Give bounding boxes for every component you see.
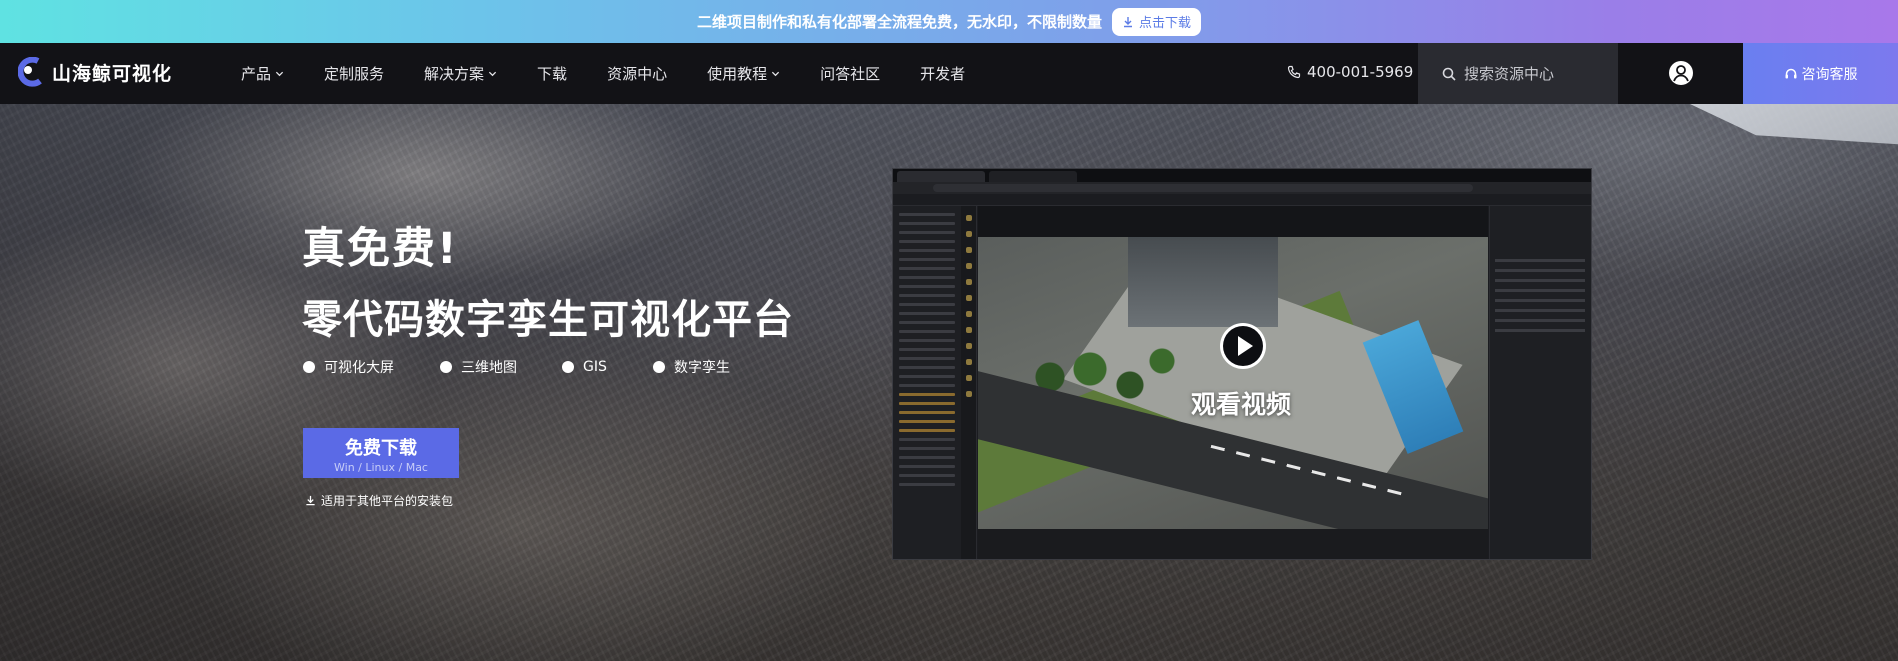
editor-timeline	[978, 529, 1488, 559]
nav-item-label: 产品	[241, 65, 272, 83]
user-avatar-icon[interactable]	[1668, 60, 1694, 86]
banner-text: 二维项目制作和私有化部署全流程免费，无水印，不限制数量	[696, 13, 1102, 31]
nav-item-solutions[interactable]: 解决方案	[424, 63, 497, 84]
nav-menu: 产品 定制服务 解决方案 下载 资源中心 使用教程 问答社区 开发者	[241, 43, 1005, 104]
banner-download-button[interactable]: 点击下载	[1112, 7, 1202, 36]
watch-video-label: 观看视频	[1191, 390, 1292, 419]
free-download-button[interactable]: 免费下载 Win / Linux / Mac	[303, 428, 459, 478]
bullet-dot-icon	[303, 361, 315, 373]
download-icon	[1124, 16, 1132, 27]
editor-toolbar	[893, 194, 1591, 206]
chevron-down-icon	[275, 71, 284, 77]
feature-item: 数字孪生	[653, 357, 730, 377]
phone-icon	[1287, 65, 1301, 79]
consult-button[interactable]: 咨询客服	[1743, 43, 1898, 104]
logo-text: 山海鲸可视化	[52, 62, 173, 85]
download-button-label: 免费下载	[345, 438, 417, 459]
nav-item-developers[interactable]: 开发者	[920, 63, 965, 84]
nav-item-tutorials[interactable]: 使用教程	[707, 63, 780, 84]
nav-item-custom-service[interactable]: 定制服务	[324, 63, 384, 84]
nav-item-resources[interactable]: 资源中心	[607, 63, 667, 84]
editor-property-rows	[1495, 259, 1585, 339]
editor-icon-bar	[961, 206, 977, 559]
feature-label: 三维地图	[461, 360, 517, 376]
nav-item-label: 开发者	[920, 65, 966, 83]
other-platform-packages-link[interactable]: 适用于其他平台的安装包	[305, 492, 453, 509]
play-icon[interactable]	[1218, 321, 1268, 371]
search-box	[1418, 43, 1618, 104]
nav-item-label: 资源中心	[607, 65, 668, 83]
bullet-dot-icon	[653, 361, 665, 373]
editor-url-bar	[933, 184, 1473, 192]
feature-item: 三维地图	[440, 357, 562, 377]
consult-label: 咨询客服	[1801, 66, 1858, 83]
phone-number: 400-001-5969	[1307, 63, 1414, 81]
editor-layer-rows	[899, 213, 955, 492]
nav-item-label: 解决方案	[424, 65, 485, 83]
feature-label: 数字孪生	[674, 360, 730, 376]
bullet-dot-icon	[440, 361, 452, 373]
logo[interactable]: 山海鲸可视化	[18, 57, 172, 87]
top-promo-banner: 二维项目制作和私有化部署全流程免费，无水印，不限制数量 点击下载	[0, 0, 1898, 43]
hero-title-line1: 真免费!	[302, 224, 459, 274]
scene-building	[1128, 237, 1278, 327]
feature-label: GIS	[583, 359, 607, 375]
nav-item-label: 定制服务	[324, 65, 385, 83]
editor-scene-toolbar	[978, 206, 1488, 237]
search-icon	[1442, 67, 1456, 81]
feature-label: 可视化大屏	[324, 360, 394, 376]
editor-tab	[897, 171, 985, 182]
nav-item-download[interactable]: 下载	[537, 63, 567, 84]
banner-download-label: 点击下载	[1139, 16, 1192, 31]
download-icon	[306, 495, 315, 506]
logo-whale-icon	[18, 57, 42, 87]
feature-item: GIS	[562, 357, 653, 377]
main-nav: 山海鲸可视化 产品 定制服务 解决方案 下载 资源中心 使用教程 问答社区 开发…	[0, 43, 1898, 104]
headset-icon	[1785, 68, 1796, 78]
feature-item: 可视化大屏	[303, 357, 440, 377]
nav-item-label: 使用教程	[707, 65, 768, 83]
bullet-dot-icon	[562, 361, 574, 373]
nav-item-label: 下载	[537, 65, 568, 83]
nav-item-products[interactable]: 产品	[241, 63, 284, 84]
editor-3d-scene	[978, 237, 1488, 529]
chevron-down-icon	[488, 71, 497, 77]
editor-tab	[989, 171, 1077, 182]
phone-link[interactable]: 400-001-5969	[1287, 63, 1413, 81]
nav-item-community[interactable]: 问答社区	[820, 63, 880, 84]
chevron-down-icon	[771, 71, 780, 77]
nav-item-label: 问答社区	[820, 65, 881, 83]
hero-title-line2: 零代码数字孪生可视化平台	[302, 297, 794, 343]
other-platform-packages-label: 适用于其他平台的安装包	[321, 494, 454, 508]
download-platforms: Win / Linux / Mac	[334, 461, 428, 474]
feature-list: 可视化大屏 三维地图 GIS 数字孪生	[303, 357, 730, 377]
search-input[interactable]	[1464, 64, 1614, 83]
editor-browser-tabs	[893, 169, 1591, 182]
